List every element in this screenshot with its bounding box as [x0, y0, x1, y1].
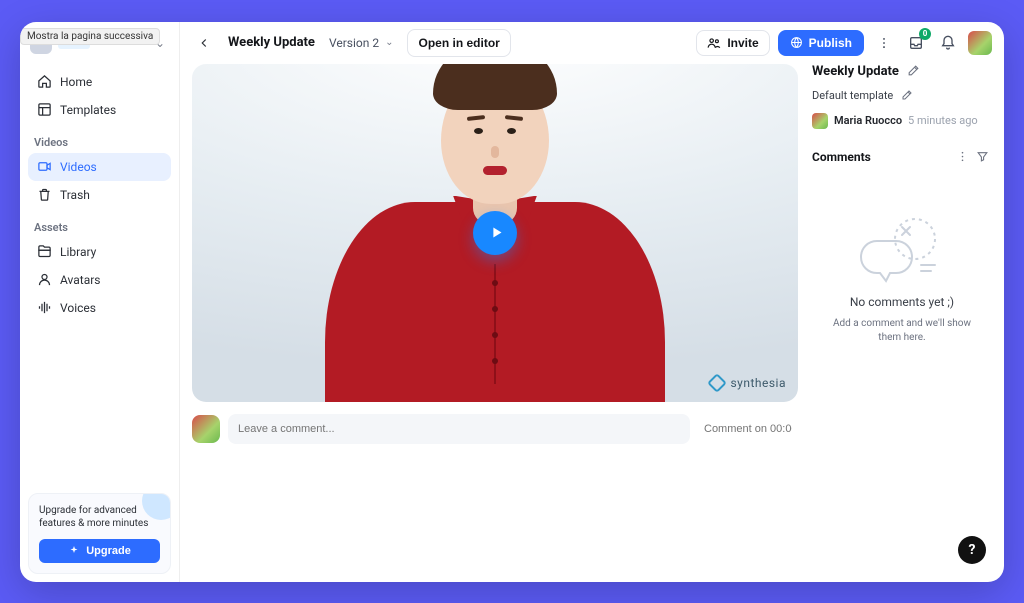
- empty-heading: No comments yet ;): [850, 295, 954, 309]
- details-panel: Weekly Update Default template Maria Ruo…: [812, 64, 992, 570]
- comment-timestamp-hint[interactable]: [698, 414, 798, 444]
- help-fab[interactable]: ?: [958, 536, 986, 564]
- synthesia-logo-icon: [708, 373, 728, 393]
- sparkle-icon: [68, 545, 80, 557]
- nav-home[interactable]: Home: [28, 68, 171, 96]
- app-window: Mostra la pagina successiva FREE ⌄ Home …: [20, 22, 1004, 582]
- comments-label: Comments: [812, 150, 871, 164]
- edit-template-button[interactable]: [901, 89, 915, 103]
- back-button[interactable]: [192, 31, 216, 55]
- watermark-text: synthesia: [730, 376, 786, 390]
- invite-button[interactable]: Invite: [696, 30, 769, 56]
- version-label: Version 2: [329, 36, 379, 50]
- author-avatar: [812, 113, 828, 129]
- voice-icon: [36, 300, 52, 316]
- primary-nav: Home Templates Videos Videos Trash: [28, 68, 171, 322]
- comments-header: Comments: [812, 147, 992, 167]
- empty-sub: Add a comment and we'll show them here.: [827, 317, 977, 345]
- page-title: Weekly Update: [228, 35, 315, 50]
- upgrade-button-label: Upgrade: [86, 545, 131, 557]
- composer-avatar: [192, 415, 220, 443]
- nav-label: Templates: [60, 103, 116, 117]
- inbox-badge: 0: [919, 28, 931, 40]
- invite-label: Invite: [727, 36, 758, 50]
- nav-section-assets: Assets: [34, 221, 171, 234]
- nav-label: Library: [60, 245, 96, 259]
- publish-label: Publish: [809, 36, 852, 50]
- publish-button[interactable]: Publish: [778, 30, 864, 56]
- play-button[interactable]: [473, 211, 517, 255]
- user-avatar[interactable]: [968, 31, 992, 55]
- author-row: Maria Ruocco 5 minutes ago: [812, 113, 992, 129]
- nav-library[interactable]: Library: [28, 238, 171, 266]
- upgrade-button[interactable]: Upgrade: [39, 539, 160, 563]
- comments-empty-state: No comments yet ;) Add a comment and we'…: [812, 213, 992, 345]
- version-selector[interactable]: Version 2 ⌄: [323, 32, 400, 54]
- author-name: Maria Ruocco: [834, 114, 902, 127]
- video-column: synthesia: [192, 64, 798, 570]
- sidebar: FREE ⌄ Home Templates Videos V: [20, 22, 180, 582]
- inbox-button[interactable]: 0: [904, 31, 928, 55]
- more-menu-button[interactable]: [872, 31, 896, 55]
- chevron-down-icon: ⌄: [385, 37, 393, 48]
- nav-label: Home: [60, 75, 92, 89]
- comments-more-button[interactable]: [952, 147, 972, 167]
- nav-label: Avatars: [60, 273, 101, 287]
- chat-empty-icon: [857, 213, 947, 287]
- video-watermark: synthesia: [710, 376, 786, 390]
- upgrade-text: Upgrade for advanced features & more min…: [39, 504, 160, 531]
- nav-label: Voices: [60, 301, 96, 315]
- video-preview[interactable]: synthesia: [192, 64, 798, 402]
- globe-icon: [790, 36, 803, 49]
- avatars-icon: [36, 272, 52, 288]
- detail-title: Weekly Update: [812, 64, 899, 79]
- nav-templates[interactable]: Templates: [28, 96, 171, 124]
- comment-composer: [192, 414, 798, 444]
- nav-trash[interactable]: Trash: [28, 181, 171, 209]
- edit-title-button[interactable]: [907, 64, 921, 78]
- content-row: synthesia Weekly Update Default: [180, 64, 1004, 582]
- nav-label: Videos: [60, 160, 97, 174]
- topbar: Weekly Update Version 2 ⌄ Open in editor…: [180, 22, 1004, 64]
- author-time: 5 minutes ago: [908, 114, 978, 127]
- notifications-button[interactable]: [936, 31, 960, 55]
- upgrade-card: Upgrade for advanced features & more min…: [28, 493, 171, 574]
- nav-section-videos: Videos: [34, 136, 171, 149]
- people-icon: [707, 36, 721, 50]
- main-area: Weekly Update Version 2 ⌄ Open in editor…: [180, 22, 1004, 582]
- nav-voices[interactable]: Voices: [28, 294, 171, 322]
- nav-videos[interactable]: Videos: [28, 153, 171, 181]
- nav-label: Trash: [60, 188, 90, 202]
- nav-avatars[interactable]: Avatars: [28, 266, 171, 294]
- trash-icon: [36, 187, 52, 203]
- open-in-editor-button[interactable]: Open in editor: [407, 29, 510, 57]
- comment-input[interactable]: [228, 414, 690, 444]
- library-icon: [36, 244, 52, 260]
- video-icon: [36, 159, 52, 175]
- home-icon: [36, 74, 52, 90]
- detail-template: Default template: [812, 89, 893, 102]
- filter-icon[interactable]: [972, 147, 992, 167]
- browser-hint-tooltip: Mostra la pagina successiva: [20, 28, 160, 45]
- templates-icon: [36, 102, 52, 118]
